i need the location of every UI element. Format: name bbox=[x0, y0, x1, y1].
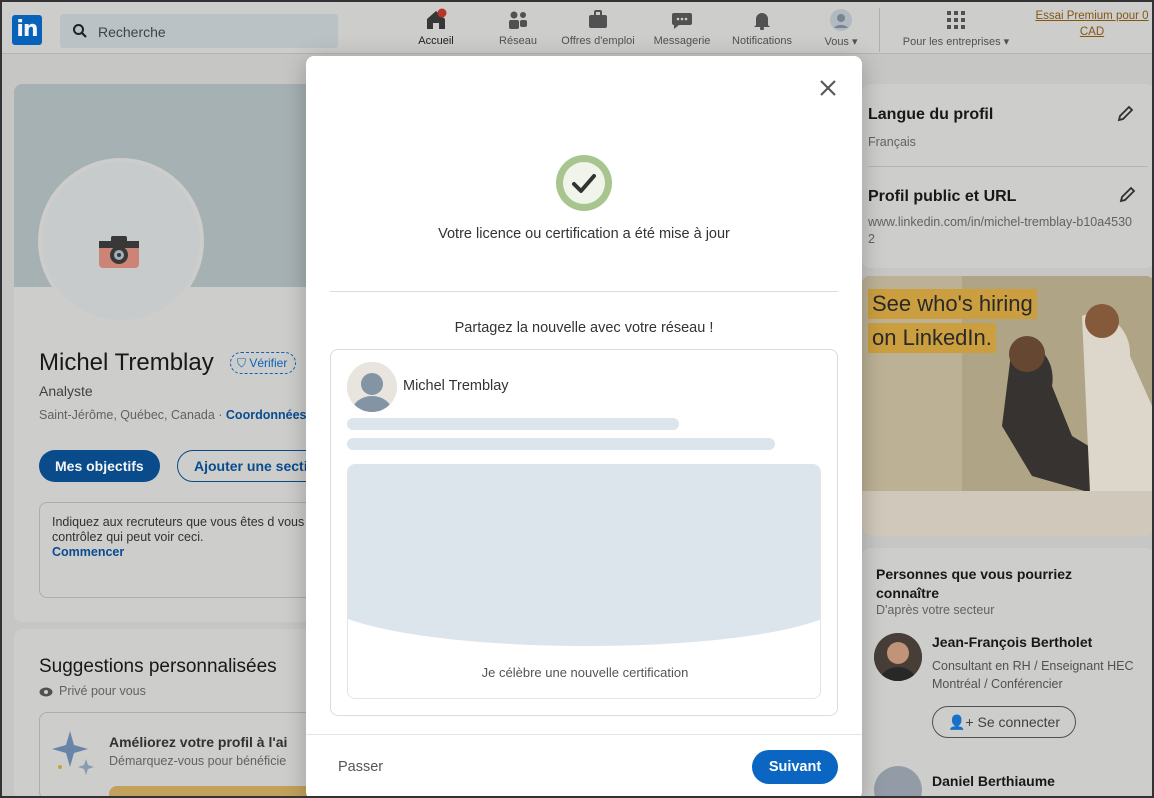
app-frame: in Recherche Accueil Réseau Offres d'emp… bbox=[0, 0, 1154, 798]
modal-divider bbox=[330, 291, 838, 292]
post-author-name: Michel Tremblay bbox=[403, 378, 509, 394]
skip-button[interactable]: Passer bbox=[338, 759, 383, 775]
certification-banner bbox=[348, 465, 820, 646]
share-prompt: Partagez la nouvelle avec votre réseau ! bbox=[454, 320, 714, 336]
text-skeleton bbox=[347, 418, 679, 430]
certification-caption: Je célèbre une nouvelle certification bbox=[481, 665, 689, 680]
success-check-icon bbox=[556, 155, 612, 211]
avatar-placeholder-icon bbox=[347, 362, 397, 412]
modal-footer-divider bbox=[306, 734, 862, 735]
post-preview-card: Michel Tremblay Je célèbre une nouvelle … bbox=[330, 349, 838, 716]
certification-image: Je célèbre une nouvelle certification bbox=[347, 464, 821, 699]
update-confirmation-text: Votre licence ou certification a été mis… bbox=[438, 226, 730, 242]
close-icon[interactable] bbox=[816, 76, 840, 100]
text-skeleton bbox=[347, 438, 775, 450]
certification-updated-modal: Votre licence ou certification a été mis… bbox=[306, 56, 862, 796]
post-author-avatar bbox=[347, 362, 397, 412]
next-button[interactable]: Suivant bbox=[752, 750, 838, 784]
